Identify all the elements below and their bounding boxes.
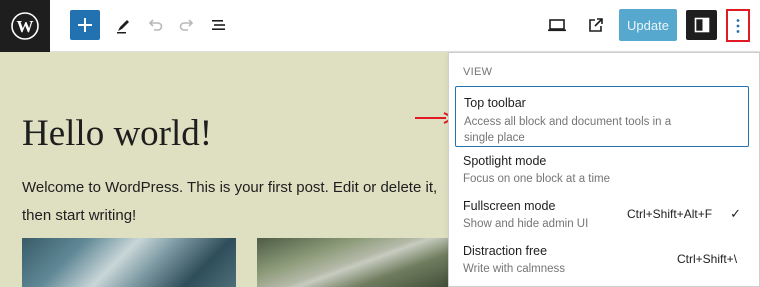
document-overview-button[interactable]: [203, 10, 235, 40]
more-vertical-icon: [736, 18, 740, 33]
sidebar-icon: [694, 17, 709, 33]
undo-button[interactable]: [139, 10, 171, 40]
options-menu: VIEW Top toolbar Access all block and do…: [448, 52, 760, 287]
menu-item-title: Top toolbar: [464, 96, 526, 110]
desktop-icon: [548, 19, 566, 32]
menu-item-shortcut: Ctrl+Shift+\: [677, 252, 738, 266]
settings-button[interactable]: [686, 10, 717, 40]
update-button[interactable]: Update: [619, 9, 677, 41]
menu-item-spotlight-mode[interactable]: Spotlight mode Focus on one block at a t…: [455, 151, 749, 189]
post-title[interactable]: Hello world!: [22, 112, 212, 155]
menu-item-description: Write with calmness: [463, 263, 566, 275]
redo-icon: [179, 19, 194, 31]
menu-item-title: Distraction free: [463, 244, 548, 258]
gallery-image-road[interactable]: [257, 238, 457, 287]
gallery-image-waves[interactable]: [22, 238, 236, 287]
view-post-button[interactable]: [580, 10, 612, 40]
menu-item-title: Fullscreen mode: [463, 199, 556, 213]
menu-item-fullscreen-mode[interactable]: Fullscreen mode Show and hide admin UI C…: [455, 196, 749, 234]
post-paragraph[interactable]: Welcome to WordPress. This is your first…: [22, 174, 452, 230]
list-view-icon: [212, 20, 225, 30]
menu-item-distraction-free[interactable]: Distraction free Write with calmness Ctr…: [455, 241, 749, 279]
add-block-button[interactable]: [70, 10, 100, 40]
options-button[interactable]: [726, 9, 750, 42]
wordpress-logo-icon[interactable]: W: [0, 0, 50, 52]
menu-item-top-toolbar[interactable]: Top toolbar Access all block and documen…: [455, 86, 749, 147]
tools-button[interactable]: [108, 10, 140, 40]
preview-button[interactable]: [541, 10, 573, 40]
menu-item-shortcut: Ctrl+Shift+Alt+F: [627, 207, 713, 221]
pencil-icon: [117, 20, 129, 34]
editor-header: W Update: [0, 0, 760, 52]
check-icon: ✓: [730, 206, 741, 221]
external-link-icon: [589, 18, 603, 32]
menu-group-label: VIEW: [463, 66, 493, 78]
plus-icon: [78, 18, 92, 32]
menu-item-title: Spotlight mode: [463, 154, 547, 168]
redo-button[interactable]: [171, 10, 203, 40]
svg-text:W: W: [17, 17, 34, 36]
undo-icon: [148, 19, 163, 31]
menu-item-description: Access all block and document tools in a…: [464, 116, 672, 144]
menu-item-description: Focus on one block at a time: [463, 173, 611, 185]
